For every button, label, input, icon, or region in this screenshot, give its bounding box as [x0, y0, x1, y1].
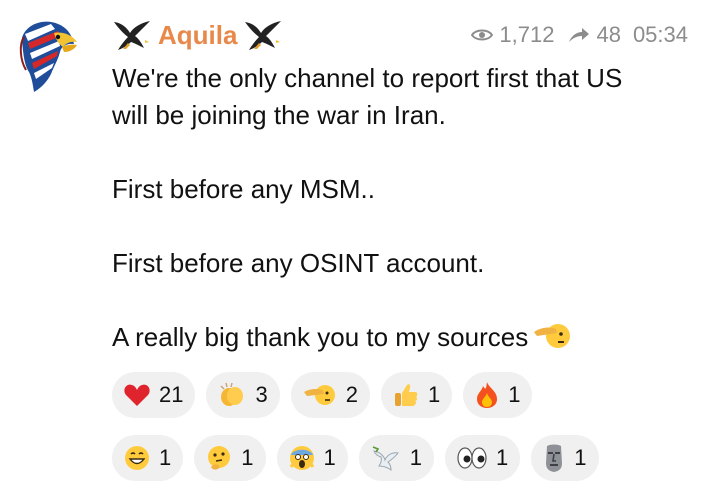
channel-avatar[interactable] — [16, 14, 80, 94]
reaction-count: 1 — [159, 445, 172, 470]
red-heart-icon — [124, 384, 150, 406]
message-line: A really big thank you to my sources — [112, 319, 702, 356]
grinning-face-icon — [125, 446, 149, 470]
message-line-text: A really big thank you to my sources — [112, 322, 529, 352]
forwards-count: 48 — [596, 22, 621, 47]
reaction-count: 1 — [496, 445, 509, 470]
message-header: Aquila 1,712 48 05:34 — [112, 18, 702, 54]
moai-icon — [546, 444, 563, 472]
reaction-dove[interactable]: 1 — [358, 435, 434, 481]
reaction-count: 21 — [159, 382, 184, 407]
message-text: We're the only channel to report first t… — [112, 60, 702, 356]
reaction-eyes[interactable]: 1 — [445, 435, 521, 481]
reaction-count: 1 — [323, 445, 336, 470]
saluting-face-icon — [303, 385, 335, 405]
reactions-bar: 21 3 2 1 1 1 1 1 1 1 1 — [112, 372, 702, 498]
reaction-count: 1 — [241, 445, 254, 470]
message-meta: 1,712 48 05:34 — [471, 22, 688, 48]
reaction-grin[interactable]: 1 — [112, 435, 184, 481]
thinking-face-icon — [208, 446, 231, 470]
thumbs-up-icon — [394, 384, 418, 406]
reaction-count: 2 — [345, 382, 358, 407]
reaction-count: 1 — [409, 445, 422, 470]
eagle-icon — [243, 18, 283, 52]
reaction-thumbs-up[interactable]: 1 — [380, 372, 453, 418]
reaction-clap[interactable]: 3 — [206, 372, 280, 418]
message-line: First before any OSINT account. — [112, 248, 485, 278]
reaction-fire[interactable]: 1 — [463, 372, 533, 418]
reaction-moai[interactable]: 1 — [531, 435, 599, 481]
reaction-count: 3 — [255, 382, 268, 407]
dove-icon — [372, 446, 399, 471]
screaming-face-icon — [289, 446, 314, 470]
message-line: We're the only channel to report first t… — [112, 63, 623, 93]
saluting-face-icon — [532, 320, 572, 350]
message-time: 05:34 — [632, 22, 688, 47]
message-line: will be joining the war in Iran. — [112, 100, 446, 130]
reaction-count: 1 — [508, 382, 521, 407]
reaction-heart[interactable]: 21 — [112, 372, 196, 418]
views-count: 1,712 — [499, 22, 555, 47]
reaction-thinking[interactable]: 1 — [194, 435, 266, 481]
channel-name: Aquila — [158, 19, 238, 50]
channel-name-group[interactable]: Aquila — [112, 18, 283, 52]
eye-icon — [471, 27, 494, 43]
forward-arrow-icon[interactable] — [568, 27, 590, 43]
eagle-icon — [112, 18, 152, 52]
reaction-count: 1 — [427, 382, 441, 407]
eyes-icon — [457, 447, 487, 469]
american-eagle-avatar-icon — [19, 21, 77, 93]
reaction-scream[interactable]: 1 — [276, 435, 348, 481]
fire-icon — [477, 382, 498, 408]
clapping-hands-icon — [220, 382, 244, 406]
reaction-salute[interactable]: 2 — [290, 372, 370, 418]
reaction-count: 1 — [574, 445, 587, 470]
message-line: First before any MSM.. — [112, 174, 375, 204]
